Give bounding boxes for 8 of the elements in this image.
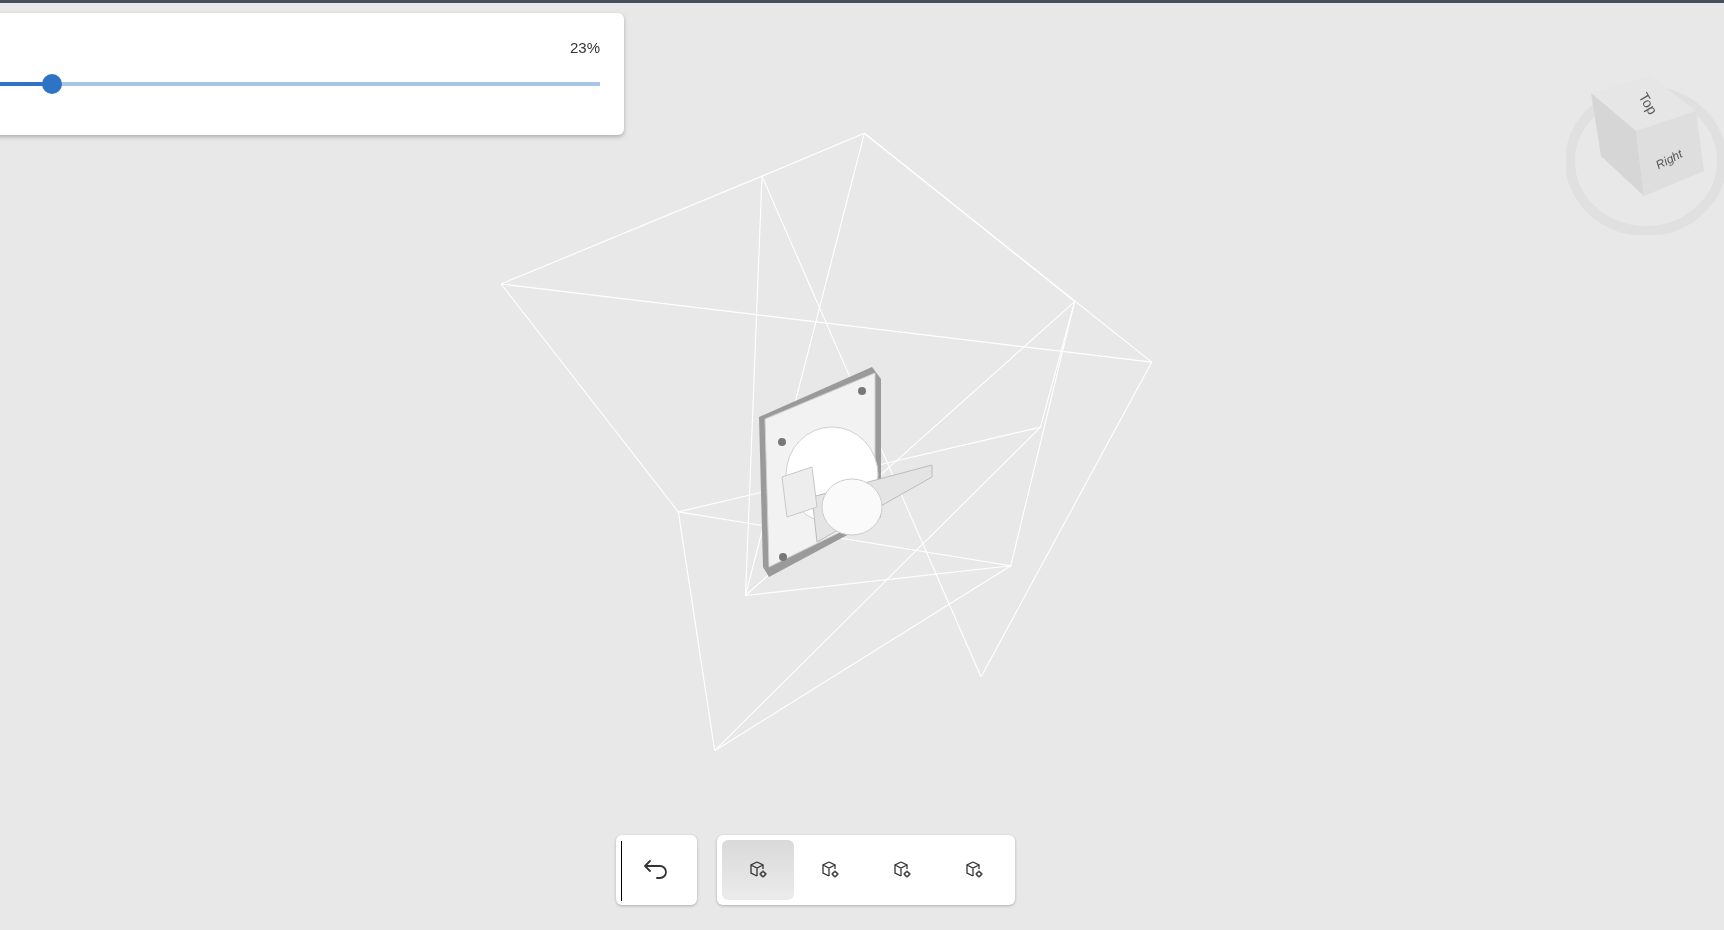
cube-gear-icon xyxy=(892,860,912,880)
percent-reading: 23% xyxy=(569,38,600,58)
undo-button[interactable] xyxy=(616,835,697,905)
cube-gear-icon xyxy=(748,860,768,880)
slider-thumb[interactable] xyxy=(41,73,62,94)
cube-gear-icon xyxy=(820,860,840,880)
view-button[interactable] xyxy=(722,840,794,900)
cube-gear-icon xyxy=(964,860,984,880)
